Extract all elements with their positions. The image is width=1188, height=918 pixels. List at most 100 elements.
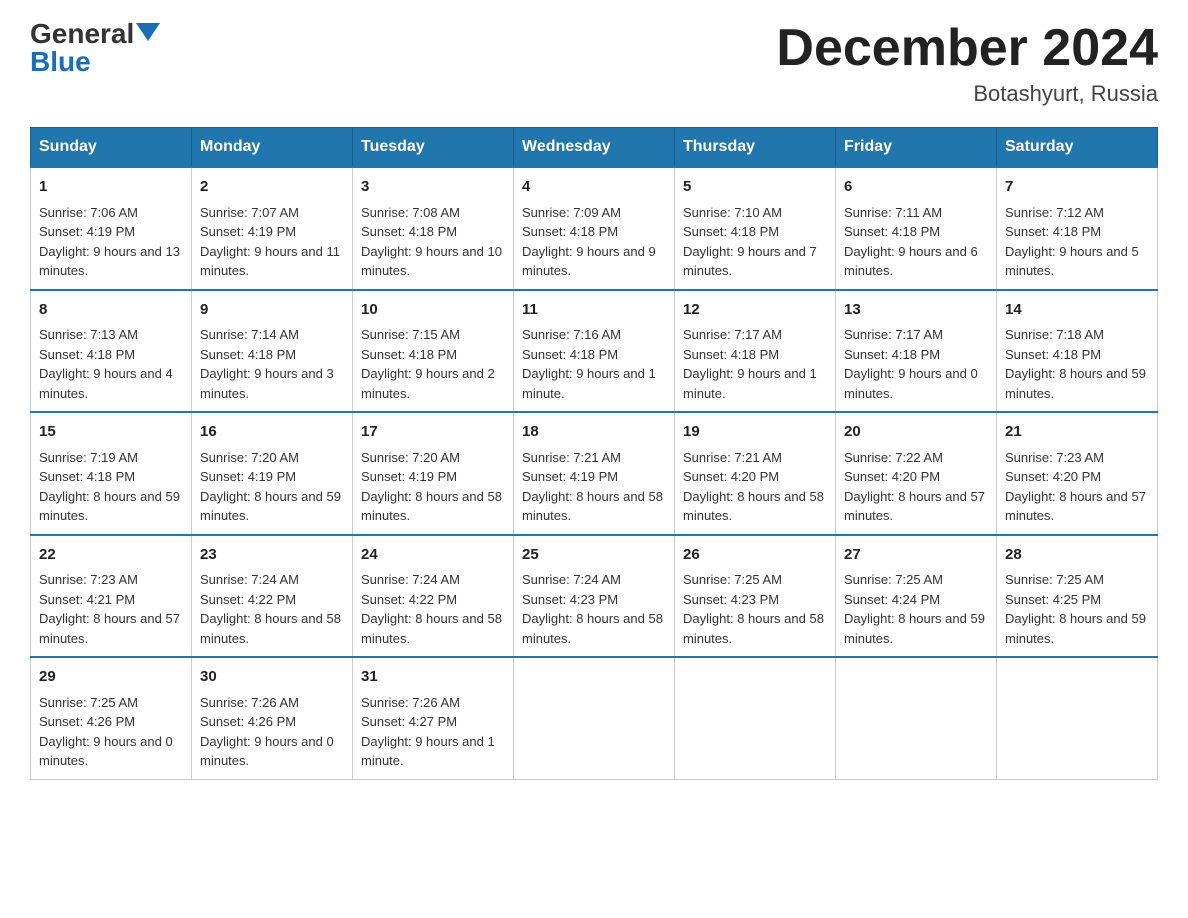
sunrise-label: Sunrise: 7:24 AM bbox=[200, 572, 299, 587]
logo-blue-text: Blue bbox=[30, 48, 91, 76]
calendar-header-row: SundayMondayTuesdayWednesdayThursdayFrid… bbox=[31, 128, 1158, 168]
sunset-label: Sunset: 4:18 PM bbox=[522, 347, 618, 362]
daylight-label: Daylight: 8 hours and 58 minutes. bbox=[361, 611, 502, 646]
calendar-cell: 28Sunrise: 7:25 AMSunset: 4:25 PMDayligh… bbox=[997, 535, 1158, 658]
sunrise-label: Sunrise: 7:07 AM bbox=[200, 205, 299, 220]
daylight-label: Daylight: 8 hours and 59 minutes. bbox=[1005, 366, 1146, 401]
weekday-header-wednesday: Wednesday bbox=[514, 128, 675, 168]
calendar-cell: 25Sunrise: 7:24 AMSunset: 4:23 PMDayligh… bbox=[514, 535, 675, 658]
daylight-label: Daylight: 9 hours and 13 minutes. bbox=[39, 244, 180, 279]
calendar-cell: 30Sunrise: 7:26 AMSunset: 4:26 PMDayligh… bbox=[192, 657, 353, 779]
sunset-label: Sunset: 4:18 PM bbox=[200, 347, 296, 362]
day-number: 4 bbox=[522, 176, 666, 199]
sunrise-label: Sunrise: 7:26 AM bbox=[200, 695, 299, 710]
day-number: 18 bbox=[522, 421, 666, 444]
sunset-label: Sunset: 4:18 PM bbox=[683, 347, 779, 362]
day-number: 10 bbox=[361, 299, 505, 322]
sunrise-label: Sunrise: 7:19 AM bbox=[39, 450, 138, 465]
day-number: 3 bbox=[361, 176, 505, 199]
calendar-cell: 27Sunrise: 7:25 AMSunset: 4:24 PMDayligh… bbox=[836, 535, 997, 658]
sunrise-label: Sunrise: 7:21 AM bbox=[522, 450, 621, 465]
day-number: 25 bbox=[522, 544, 666, 567]
daylight-label: Daylight: 9 hours and 2 minutes. bbox=[361, 366, 495, 401]
daylight-label: Daylight: 9 hours and 1 minute. bbox=[361, 734, 495, 769]
day-number: 7 bbox=[1005, 176, 1149, 199]
day-number: 22 bbox=[39, 544, 183, 567]
calendar-cell: 5Sunrise: 7:10 AMSunset: 4:18 PMDaylight… bbox=[675, 167, 836, 290]
sunset-label: Sunset: 4:26 PM bbox=[200, 714, 296, 729]
sunset-label: Sunset: 4:19 PM bbox=[200, 224, 296, 239]
daylight-label: Daylight: 8 hours and 58 minutes. bbox=[683, 611, 824, 646]
daylight-label: Daylight: 8 hours and 59 minutes. bbox=[39, 489, 180, 524]
sunrise-label: Sunrise: 7:20 AM bbox=[361, 450, 460, 465]
daylight-label: Daylight: 8 hours and 58 minutes. bbox=[683, 489, 824, 524]
daylight-label: Daylight: 9 hours and 10 minutes. bbox=[361, 244, 502, 279]
sunrise-label: Sunrise: 7:11 AM bbox=[844, 205, 942, 220]
daylight-label: Daylight: 8 hours and 59 minutes. bbox=[200, 489, 341, 524]
calendar-cell: 2Sunrise: 7:07 AMSunset: 4:19 PMDaylight… bbox=[192, 167, 353, 290]
calendar-cell: 24Sunrise: 7:24 AMSunset: 4:22 PMDayligh… bbox=[353, 535, 514, 658]
weekday-header-saturday: Saturday bbox=[997, 128, 1158, 168]
day-number: 26 bbox=[683, 544, 827, 567]
daylight-label: Daylight: 8 hours and 59 minutes. bbox=[844, 611, 985, 646]
sunset-label: Sunset: 4:18 PM bbox=[1005, 347, 1101, 362]
calendar-cell bbox=[675, 657, 836, 779]
sunset-label: Sunset: 4:18 PM bbox=[844, 224, 940, 239]
calendar-cell: 10Sunrise: 7:15 AMSunset: 4:18 PMDayligh… bbox=[353, 290, 514, 413]
day-number: 9 bbox=[200, 299, 344, 322]
daylight-label: Daylight: 9 hours and 1 minute. bbox=[522, 366, 656, 401]
day-number: 12 bbox=[683, 299, 827, 322]
daylight-label: Daylight: 9 hours and 3 minutes. bbox=[200, 366, 334, 401]
daylight-label: Daylight: 8 hours and 57 minutes. bbox=[39, 611, 180, 646]
sunset-label: Sunset: 4:20 PM bbox=[1005, 469, 1101, 484]
calendar-week-row: 22Sunrise: 7:23 AMSunset: 4:21 PMDayligh… bbox=[31, 535, 1158, 658]
sunset-label: Sunset: 4:18 PM bbox=[39, 469, 135, 484]
sunset-label: Sunset: 4:23 PM bbox=[522, 592, 618, 607]
calendar-cell: 22Sunrise: 7:23 AMSunset: 4:21 PMDayligh… bbox=[31, 535, 192, 658]
sunrise-label: Sunrise: 7:17 AM bbox=[683, 327, 782, 342]
calendar-cell: 29Sunrise: 7:25 AMSunset: 4:26 PMDayligh… bbox=[31, 657, 192, 779]
calendar-cell: 4Sunrise: 7:09 AMSunset: 4:18 PMDaylight… bbox=[514, 167, 675, 290]
daylight-label: Daylight: 8 hours and 57 minutes. bbox=[1005, 489, 1146, 524]
day-number: 21 bbox=[1005, 421, 1149, 444]
sunset-label: Sunset: 4:19 PM bbox=[361, 469, 457, 484]
calendar-cell: 12Sunrise: 7:17 AMSunset: 4:18 PMDayligh… bbox=[675, 290, 836, 413]
daylight-label: Daylight: 8 hours and 58 minutes. bbox=[200, 611, 341, 646]
calendar-cell: 20Sunrise: 7:22 AMSunset: 4:20 PMDayligh… bbox=[836, 412, 997, 535]
calendar-cell: 31Sunrise: 7:26 AMSunset: 4:27 PMDayligh… bbox=[353, 657, 514, 779]
sunrise-label: Sunrise: 7:23 AM bbox=[1005, 450, 1104, 465]
sunset-label: Sunset: 4:19 PM bbox=[200, 469, 296, 484]
sunrise-label: Sunrise: 7:22 AM bbox=[844, 450, 943, 465]
daylight-label: Daylight: 8 hours and 58 minutes. bbox=[522, 611, 663, 646]
calendar-cell: 1Sunrise: 7:06 AMSunset: 4:19 PMDaylight… bbox=[31, 167, 192, 290]
day-number: 20 bbox=[844, 421, 988, 444]
weekday-header-friday: Friday bbox=[836, 128, 997, 168]
day-number: 8 bbox=[39, 299, 183, 322]
day-number: 30 bbox=[200, 666, 344, 689]
weekday-header-thursday: Thursday bbox=[675, 128, 836, 168]
calendar-cell bbox=[997, 657, 1158, 779]
sunrise-label: Sunrise: 7:26 AM bbox=[361, 695, 460, 710]
calendar-cell: 9Sunrise: 7:14 AMSunset: 4:18 PMDaylight… bbox=[192, 290, 353, 413]
calendar-cell: 15Sunrise: 7:19 AMSunset: 4:18 PMDayligh… bbox=[31, 412, 192, 535]
sunset-label: Sunset: 4:25 PM bbox=[1005, 592, 1101, 607]
sunset-label: Sunset: 4:20 PM bbox=[844, 469, 940, 484]
sunset-label: Sunset: 4:18 PM bbox=[522, 224, 618, 239]
calendar-cell bbox=[514, 657, 675, 779]
daylight-label: Daylight: 8 hours and 58 minutes. bbox=[361, 489, 502, 524]
calendar-cell: 6Sunrise: 7:11 AMSunset: 4:18 PMDaylight… bbox=[836, 167, 997, 290]
daylight-label: Daylight: 9 hours and 6 minutes. bbox=[844, 244, 978, 279]
sunrise-label: Sunrise: 7:23 AM bbox=[39, 572, 138, 587]
daylight-label: Daylight: 8 hours and 59 minutes. bbox=[1005, 611, 1146, 646]
day-number: 31 bbox=[361, 666, 505, 689]
sunrise-label: Sunrise: 7:25 AM bbox=[683, 572, 782, 587]
weekday-header-tuesday: Tuesday bbox=[353, 128, 514, 168]
calendar-cell: 11Sunrise: 7:16 AMSunset: 4:18 PMDayligh… bbox=[514, 290, 675, 413]
day-number: 13 bbox=[844, 299, 988, 322]
sunset-label: Sunset: 4:18 PM bbox=[683, 224, 779, 239]
sunset-label: Sunset: 4:23 PM bbox=[683, 592, 779, 607]
sunrise-label: Sunrise: 7:25 AM bbox=[1005, 572, 1104, 587]
sunset-label: Sunset: 4:20 PM bbox=[683, 469, 779, 484]
sunset-label: Sunset: 4:19 PM bbox=[522, 469, 618, 484]
day-number: 17 bbox=[361, 421, 505, 444]
